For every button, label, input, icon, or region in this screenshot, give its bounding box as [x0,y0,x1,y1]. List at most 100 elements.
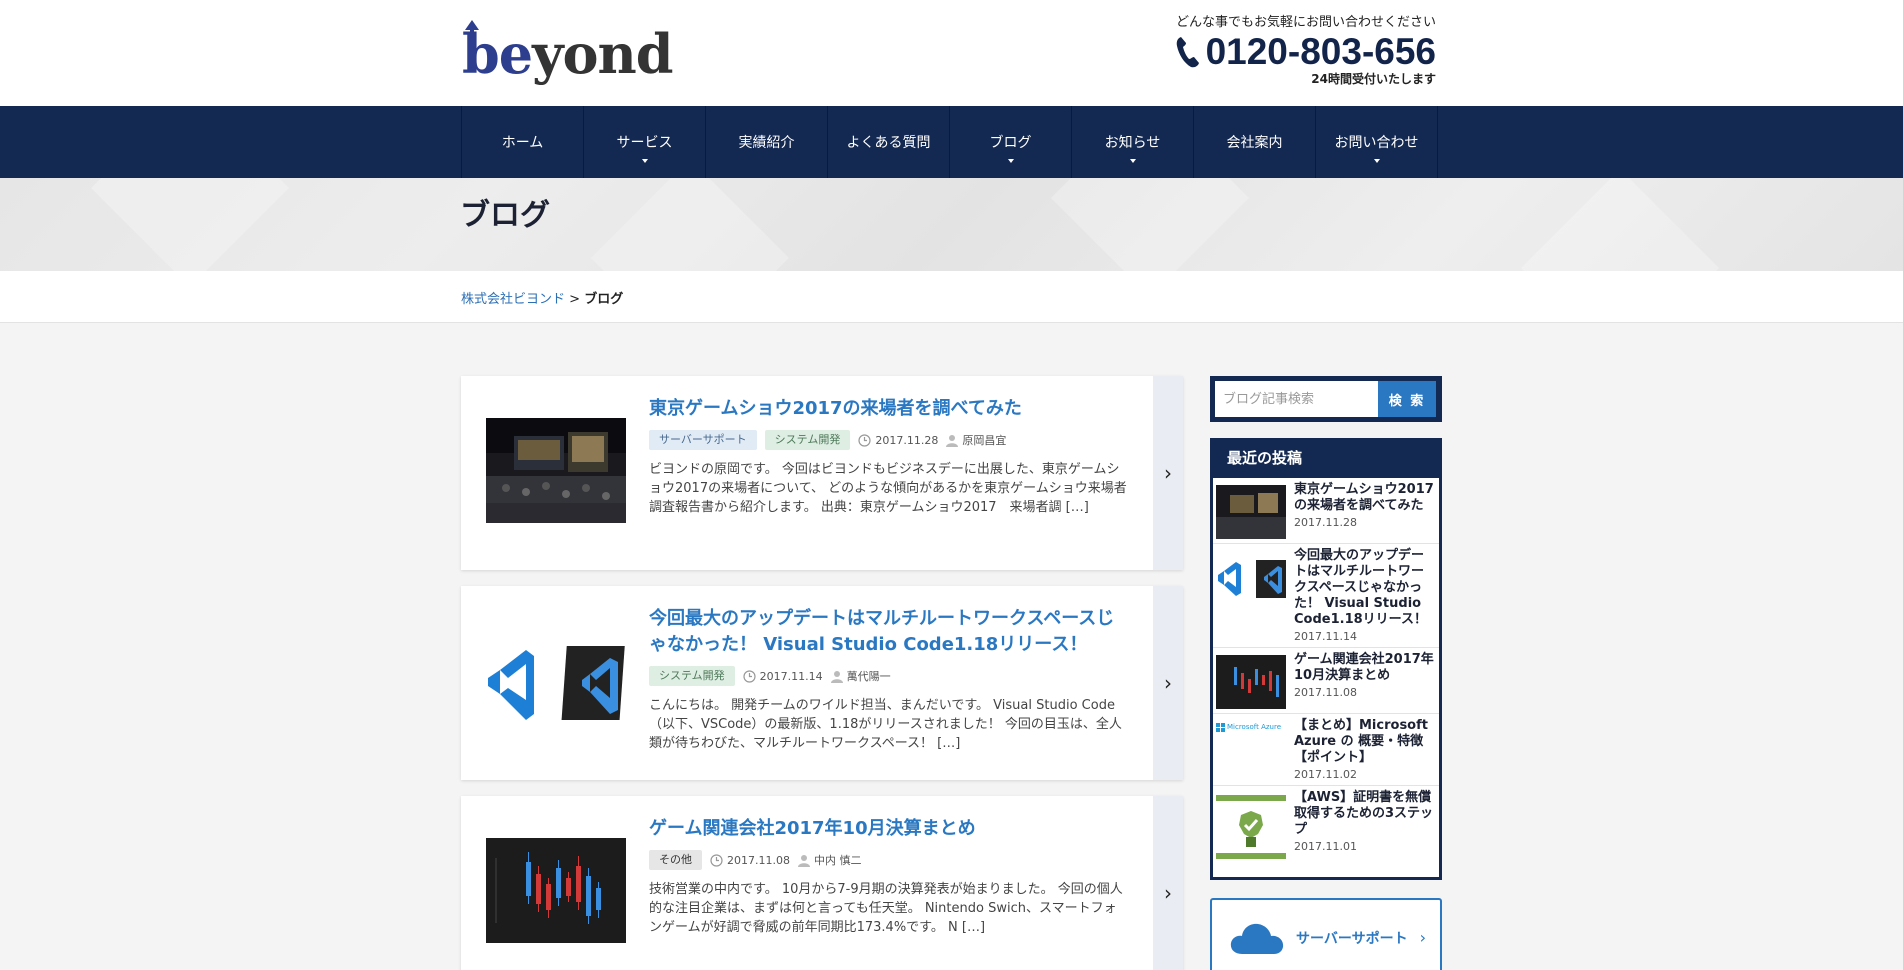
recent-post-date: 2017.11.02 [1294,768,1357,781]
site-header: beyond どんな事でもお気軽にお問い合わせください 0120-803-656… [0,0,1903,106]
post-meta: サーバーサポート システム開発 2017.11.28 原岡昌宜 [649,430,1127,450]
nav-item[interactable]: ブログ [950,106,1072,178]
header-contact: どんな事でもお気軽にお問い合わせください 0120-803-656 24時間受付… [1176,14,1436,86]
recent-post-date: 2017.11.01 [1294,840,1357,853]
recent-post-item[interactable]: Microsoft Azure 【まとめ】Microsoft Azure の 概… [1213,714,1439,786]
recent-post-title[interactable]: 東京ゲームショウ2017の来場者を調べてみた [1294,482,1436,514]
clock-icon [858,433,871,447]
recent-post-thumbnail[interactable] [1216,655,1286,709]
chevron-right-icon: › [1164,671,1172,695]
recent-post-item[interactable]: 【AWS】証明書を無償取得するための3ステップ 2017.11.01 [1213,786,1439,867]
blog-search-input[interactable] [1215,381,1378,417]
post-body: 今回最大のアップデートはマルチルートワークスペースじゃなかった！ Visual … [649,606,1127,753]
nav-item-label: ホーム [501,135,544,151]
breadcrumb-current: ブログ [584,292,624,307]
nav-item[interactable]: よくある質問 [828,106,950,178]
recent-posts-widget: 最近の投稿 東京ゲームショウ2017の来場者を調べてみた 2017.11.28 … [1210,438,1442,880]
phone-number-text: 0120-803-656 [1205,31,1436,72]
post-excerpt: こんにちは。 開発チームのワイルド担当、まんだいです。 Visual Studi… [649,698,1122,751]
nav-item-label: お知らせ [1104,135,1161,151]
recent-post-title[interactable]: 今回最大のアップデートはマルチルートワークスペースじゃなかった！ Visual … [1294,548,1436,628]
blog-search-form: 検 索 [1210,376,1442,422]
recent-post-item[interactable]: ゲーム関連会社2017年10月決算まとめ 2017.11.08 [1213,648,1439,714]
post-date: 2017.11.08 [710,854,790,867]
site-logo[interactable]: beyond [460,18,674,90]
recent-posts-heading: 最近の投稿 [1227,449,1303,467]
recent-post-title[interactable]: 【まとめ】Microsoft Azure の 概要・特徴【ポイント】 [1294,718,1436,766]
post-card[interactable]: 東京ゲームショウ2017の来場者を調べてみた サーバーサポート システム開発 2… [461,376,1183,570]
post-tag[interactable]: その他 [649,850,702,870]
post-thumbnail[interactable] [486,418,626,523]
nav-item[interactable]: お問い合わせ [1316,106,1438,178]
cloud-icon [1230,923,1284,954]
post-excerpt: ビヨンドの原岡です。 今回はビヨンドもビジネスデーに出展した、東京ゲームショウ2… [649,462,1127,515]
post-title-link[interactable]: ゲーム関連会社2017年10月決算まとめ [649,818,976,839]
post-more-arrow[interactable]: › [1153,376,1183,570]
phone-number[interactable]: 0120-803-656 [1176,32,1436,72]
post-thumbnail[interactable] [486,628,626,733]
breadcrumb-home-link[interactable]: 株式会社ビヨンド [461,292,565,307]
nav-item-label: 会社案内 [1226,135,1283,151]
post-thumbnail[interactable] [486,838,626,943]
recent-post-thumbnail[interactable] [1216,485,1286,539]
post-author: 中内 慎二 [797,852,861,868]
post-excerpt: 技術営業の中内です。 10月から7-9月期の決算発表が始まりました。 今回の個人… [649,882,1123,935]
caret-down-icon [641,159,648,163]
clock-icon [710,853,723,867]
recent-post-thumbnail[interactable]: Microsoft Azure [1216,721,1286,775]
post-card[interactable]: 今回最大のアップデートはマルチルートワークスペースじゃなかった！ Visual … [461,586,1183,780]
recent-post-date: 2017.11.28 [1294,516,1357,529]
chevron-right-icon: › [1164,881,1172,905]
caret-down-icon [1373,159,1380,163]
contact-note: どんな事でもお気軽にお問い合わせください [1175,15,1436,30]
nav-item-label: お問い合わせ [1334,135,1419,151]
post-card[interactable]: ゲーム関連会社2017年10月決算まとめ その他 2017.11.08 中内 慎… [461,796,1183,970]
breadcrumb: 株式会社ビヨンド > ブログ [461,288,623,307]
phone-icon [1176,37,1199,68]
user-icon [946,434,959,447]
nav-item[interactable]: サービス [584,106,706,178]
post-title-link[interactable]: 東京ゲームショウ2017の来場者を調べてみた [649,398,1022,419]
clock-icon [743,669,756,683]
logo-text: beyond [462,22,674,86]
post-body: 東京ゲームショウ2017の来場者を調べてみた サーバーサポート システム開発 2… [649,396,1127,517]
post-date: 2017.11.28 [858,434,938,447]
global-nav: ホーム サービス 実績紹介 よくある質問 ブログ お知らせ 会社案内 お問い合わせ [0,106,1903,178]
nav-item[interactable]: お知らせ [1072,106,1194,178]
post-title-link[interactable]: 今回最大のアップデートはマルチルートワークスペースじゃなかった！ Visual … [649,608,1114,655]
user-icon [797,854,810,867]
post-author: 原岡昌宜 [946,432,1006,448]
nav-item[interactable]: 会社案内 [1194,106,1316,178]
recent-post-title[interactable]: 【AWS】証明書を無償取得するための3ステップ [1294,790,1436,838]
caret-down-icon [1007,159,1014,163]
recent-post-date: 2017.11.08 [1294,686,1357,699]
contact-hours: 24時間受付いたします [1311,72,1436,86]
chevron-right-icon: › [1419,928,1426,947]
breadcrumb-separator: > [569,292,581,307]
search-button[interactable]: 検 索 [1378,381,1436,417]
post-date: 2017.11.14 [743,670,823,683]
post-tag[interactable]: システム開発 [649,666,735,686]
post-more-arrow[interactable]: › [1153,796,1183,970]
category-server-support[interactable]: サーバーサポート › [1210,898,1442,970]
post-meta: システム開発 2017.11.14 萬代陽一 [649,666,1127,686]
post-tag[interactable]: サーバーサポート [649,430,757,450]
post-author: 萬代陽一 [830,668,891,684]
nav-item-label: 実績紹介 [738,135,795,151]
recent-post-item[interactable]: 東京ゲームショウ2017の来場者を調べてみた 2017.11.28 [1213,478,1439,544]
nav-item[interactable]: 実績紹介 [706,106,828,178]
post-more-arrow[interactable]: › [1153,586,1183,780]
nav-item-label: サービス [616,135,673,151]
post-tag[interactable]: システム開発 [764,430,851,450]
nav-list: ホーム サービス 実績紹介 よくある質問 ブログ お知らせ 会社案内 お問い合わせ [461,106,1438,178]
recent-post-item[interactable]: 今回最大のアップデートはマルチルートワークスペースじゃなかった！ Visual … [1213,544,1439,648]
nav-item[interactable]: ホーム [462,106,584,178]
post-meta: その他 2017.11.08 中内 慎二 [649,850,1127,870]
breadcrumb-bar: 株式会社ビヨンド > ブログ [0,271,1903,323]
recent-post-title[interactable]: ゲーム関連会社2017年10月決算まとめ [1294,652,1436,684]
windows-logo-icon [1216,723,1225,732]
chevron-right-icon: › [1164,461,1172,485]
recent-post-thumbnail[interactable] [1216,551,1286,605]
recent-posts-list: 東京ゲームショウ2017の来場者を調べてみた 2017.11.28 今回最大のア… [1213,478,1439,877]
recent-post-thumbnail[interactable] [1216,793,1286,863]
